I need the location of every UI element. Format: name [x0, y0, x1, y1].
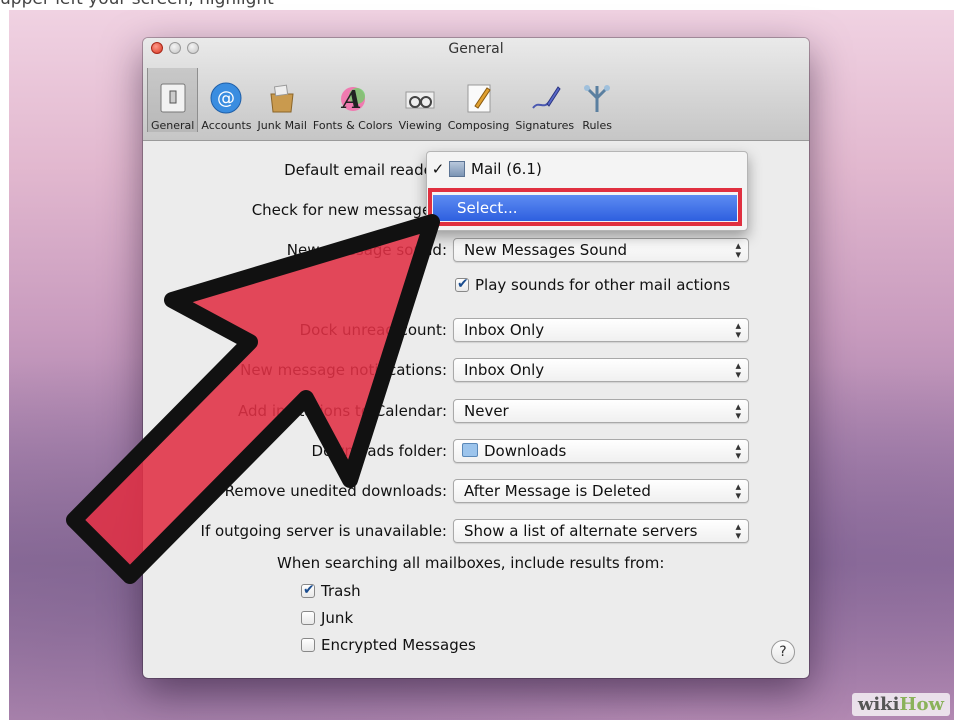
updown-arrows-icon: ▴ ▾	[735, 520, 741, 542]
help-button[interactable]: ?	[771, 640, 795, 664]
setting-row-check-messages: Check for new messages	[143, 197, 439, 223]
outgoing-server-popup[interactable]: Show a list of alternate servers ▴ ▾	[453, 519, 749, 543]
popup-value: New Messages Sound	[464, 241, 628, 259]
tab-signatures-label: Signatures	[515, 119, 575, 132]
setting-row-default-reader: Default email reader	[143, 157, 439, 183]
wikihow-watermark: wikiHow	[851, 693, 950, 716]
updown-arrows-icon: ▴ ▾	[735, 400, 741, 422]
caption-text: upper left your screen, highlight	[0, 0, 954, 9]
updown-arrows-icon: ▴ ▾	[735, 239, 741, 261]
tab-accounts[interactable]: @ Accounts	[198, 76, 254, 132]
viewing-glasses-icon	[403, 81, 437, 115]
invitations-popup[interactable]: Never ▴ ▾	[453, 399, 749, 423]
tab-rules-label: Rules	[582, 119, 612, 132]
search-option-junk[interactable]: Junk	[301, 609, 353, 627]
tab-general-label: General	[151, 119, 195, 132]
menu-item-label: Mail (6.1)	[471, 160, 542, 178]
setting-row-invitations: Add invitations to Calendar:	[143, 398, 447, 424]
popup-value: Downloads	[484, 442, 567, 460]
tab-junk-mail[interactable]: Junk Mail	[255, 76, 310, 132]
tab-composing-label: Composing	[447, 119, 510, 132]
tab-general[interactable]: General	[147, 68, 199, 132]
setting-row-downloads-folder: Downloads folder:	[143, 438, 447, 464]
popup-value: After Message is Deleted	[464, 482, 651, 500]
updown-arrows-icon: ▴ ▾	[735, 440, 741, 462]
checkbox-label: Trash	[321, 582, 361, 600]
popup-value: Inbox Only	[464, 361, 545, 379]
setting-label: Add invitations to Calendar:	[238, 402, 447, 420]
setting-label: Dock unread count:	[299, 321, 447, 339]
general-switch-icon	[156, 81, 190, 115]
remove-downloads-popup[interactable]: After Message is Deleted ▴ ▾	[453, 479, 749, 503]
dock-count-popup[interactable]: Inbox Only ▴ ▾	[453, 318, 749, 342]
select-highlight-box	[428, 188, 742, 226]
checkbox-label: Junk	[321, 609, 354, 627]
checkbox-checked-icon	[455, 277, 469, 292]
tab-viewing-label: Viewing	[398, 119, 442, 132]
checkbox-label: Play sounds for other mail actions	[475, 276, 731, 294]
search-option-trash[interactable]: Trash	[301, 582, 361, 600]
preferences-window: General General @ Accounts Junk Mail A F…	[143, 38, 809, 678]
setting-row-remove-downloads: Remove unedited downloads:	[143, 478, 447, 504]
svg-text:A: A	[340, 85, 361, 114]
setting-label: Default email reader	[284, 161, 439, 179]
setting-label: If outgoing server is unavailable:	[200, 522, 447, 540]
setting-label: Downloads folder:	[311, 442, 447, 460]
setting-label: Remove unedited downloads:	[224, 482, 447, 500]
at-sign-icon: @	[209, 81, 243, 115]
checkmark-icon: ✓	[431, 160, 445, 178]
popup-value: Show a list of alternate servers	[464, 522, 698, 540]
setting-row-dock-count: Dock unread count:	[143, 317, 447, 343]
checkbox-checked-icon	[301, 583, 315, 598]
checkbox-unchecked-icon	[301, 611, 315, 625]
svg-text:@: @	[217, 88, 235, 109]
setting-row-notifications: New message notifications:	[143, 357, 447, 383]
search-option-encrypted[interactable]: Encrypted Messages	[301, 636, 476, 654]
updown-arrows-icon: ▴ ▾	[735, 359, 741, 381]
setting-label: New message sound:	[286, 241, 447, 259]
titlebar: General General @ Accounts Junk Mail A F…	[143, 38, 809, 141]
setting-row-outgoing-server: If outgoing server is unavailable:	[143, 518, 447, 544]
setting-label: Check for new messages	[251, 201, 439, 219]
general-settings-pane: Default email reader Check for new messa…	[143, 141, 809, 678]
popup-value: Inbox Only	[464, 321, 545, 339]
signature-pen-icon	[528, 81, 562, 115]
search-heading: When searching all mailboxes, include re…	[277, 554, 665, 572]
fonts-colors-icon: A	[336, 81, 370, 115]
play-sounds-checkbox[interactable]: Play sounds for other mail actions	[455, 276, 730, 294]
setting-label: New message notifications:	[240, 361, 447, 379]
folder-icon	[462, 443, 478, 457]
setting-row-message-sound: New message sound:	[143, 237, 447, 263]
junk-mail-bag-icon	[265, 81, 299, 115]
popup-value: Never	[464, 402, 509, 420]
updown-arrows-icon: ▴ ▾	[735, 480, 741, 502]
downloads-folder-popup[interactable]: Downloads ▴ ▾	[453, 439, 749, 463]
window-title: General	[448, 41, 504, 57]
mail-app-icon	[449, 161, 465, 177]
menu-item-current-reader[interactable]: ✓ Mail (6.1)	[427, 156, 747, 182]
tab-rules[interactable]: Rules	[577, 76, 617, 132]
watermark-wiki: wiki	[857, 694, 900, 715]
rules-icon	[580, 81, 614, 115]
notifications-popup[interactable]: Inbox Only ▴ ▾	[453, 358, 749, 382]
checkbox-unchecked-icon	[301, 638, 315, 652]
tab-fonts-colors-label: Fonts & Colors	[312, 119, 393, 132]
preferences-toolbar: General @ Accounts Junk Mail A Fonts & C…	[147, 68, 617, 132]
tab-signatures[interactable]: Signatures	[512, 76, 577, 132]
checkbox-label: Encrypted Messages	[321, 636, 476, 654]
updown-arrows-icon: ▴ ▾	[735, 319, 741, 341]
tab-junk-mail-label: Junk Mail	[257, 119, 307, 132]
message-sound-popup[interactable]: New Messages Sound ▴ ▾	[453, 238, 749, 262]
tab-viewing[interactable]: Viewing	[396, 76, 445, 132]
tab-accounts-label: Accounts	[201, 119, 252, 132]
tab-composing[interactable]: Composing	[445, 76, 513, 132]
watermark-how: How	[899, 694, 944, 715]
composing-pencil-icon	[462, 81, 496, 115]
tab-fonts-colors[interactable]: A Fonts & Colors	[310, 76, 396, 132]
